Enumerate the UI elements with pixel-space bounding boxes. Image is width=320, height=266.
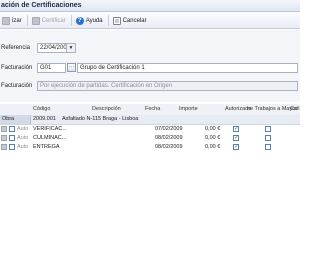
group-label: Obra	[2, 116, 15, 122]
toolbar: izar Certificar ? Ayuda Cancelar	[0, 13, 300, 29]
group-description: Asfaltado N-115 Braga - Lisboa	[62, 116, 139, 122]
window-title: ación de Certificaciones	[0, 0, 300, 12]
group-code: 2009.001	[33, 116, 56, 122]
toolbar-divider	[26, 15, 28, 26]
cancel-button-label: Cancelar	[122, 17, 147, 24]
facturacion-label: Facturación	[1, 65, 33, 71]
column-header-cali[interactable]: Cali	[290, 106, 299, 112]
row-code: VERIFICAC...	[33, 126, 67, 132]
row-amount: 0,00 €	[205, 126, 221, 132]
row-type: Auto	[17, 135, 29, 141]
table-row[interactable]: Auto VERIFICAC... 07/02/2009 0,00 €	[0, 125, 300, 134]
facturacion-description-field: Por ejecución de partidas. Certificación…	[37, 81, 298, 91]
row-type-icon	[1, 126, 7, 132]
toolbar-divider	[70, 15, 72, 26]
help-icon: ?	[75, 16, 84, 25]
cancel-icon	[112, 16, 121, 25]
ellipsis-icon: ···	[69, 64, 74, 70]
row-type-icon	[1, 135, 7, 141]
chevron-down-icon: ▼	[66, 44, 75, 52]
grid-empty-area	[0, 150, 300, 266]
facturacion-name-field: Grupo de Certificación 1	[77, 63, 298, 73]
table-row[interactable]: Auto CULMINAC... 08/02/2009 0,00 €	[0, 134, 300, 143]
certify-button-label: Certificar	[41, 17, 66, 24]
save-button-label: izar	[12, 17, 22, 24]
row-authorized-checkbox[interactable]	[233, 134, 239, 141]
document-icon	[2, 16, 10, 25]
row-date: 07/02/2009	[155, 126, 183, 132]
facturacion-code-field[interactable]: G01	[37, 63, 66, 73]
facturacion2-label: Facturación	[1, 83, 33, 89]
row-select-checkbox[interactable]	[9, 135, 15, 141]
toolbar-divider	[107, 15, 109, 26]
column-header-codigo[interactable]: Código	[33, 106, 50, 112]
column-header-descripcion[interactable]: Descripción	[92, 106, 121, 112]
column-header-fecha[interactable]: Fecha	[145, 106, 160, 112]
help-button-label: Ayuda	[85, 17, 103, 24]
filter-form: Referencia 22/04/2009 ▼ Facturación G01 …	[0, 30, 300, 102]
row-amount: 0,00 €	[205, 135, 221, 141]
column-header-importe[interactable]: Importe	[179, 106, 198, 112]
row-date: 08/02/2009	[155, 135, 183, 141]
row-select-checkbox[interactable]	[9, 126, 15, 132]
help-button[interactable]: ? Ayuda	[74, 15, 105, 27]
row-type: Auto	[17, 126, 29, 132]
group-row-obra[interactable]: Obra 2009.001 Asfaltado N-115 Braga - Li…	[0, 115, 300, 125]
referencia-label: Referencia	[1, 45, 31, 51]
facturacion-description-value: Por ejecución de partidas. Certificación…	[40, 83, 173, 89]
facturacion-picker-button[interactable]: ···	[67, 63, 76, 72]
certify-button[interactable]: Certificar	[30, 15, 68, 27]
save-button[interactable]: izar	[0, 15, 24, 27]
row-code: CULMINAC...	[33, 135, 67, 141]
cancel-button[interactable]: Cancelar	[111, 15, 149, 27]
row-mayor-checkbox[interactable]	[265, 135, 271, 141]
referencia-date-select[interactable]: 22/04/2009 ▼	[37, 43, 76, 53]
row-mayor-checkbox[interactable]	[265, 126, 271, 132]
certificate-icon	[31, 16, 40, 25]
facturacion-name-value: Grupo de Certificación 1	[80, 65, 145, 71]
facturacion-code-value: G01	[40, 65, 52, 71]
row-authorized-checkbox[interactable]	[233, 125, 239, 132]
